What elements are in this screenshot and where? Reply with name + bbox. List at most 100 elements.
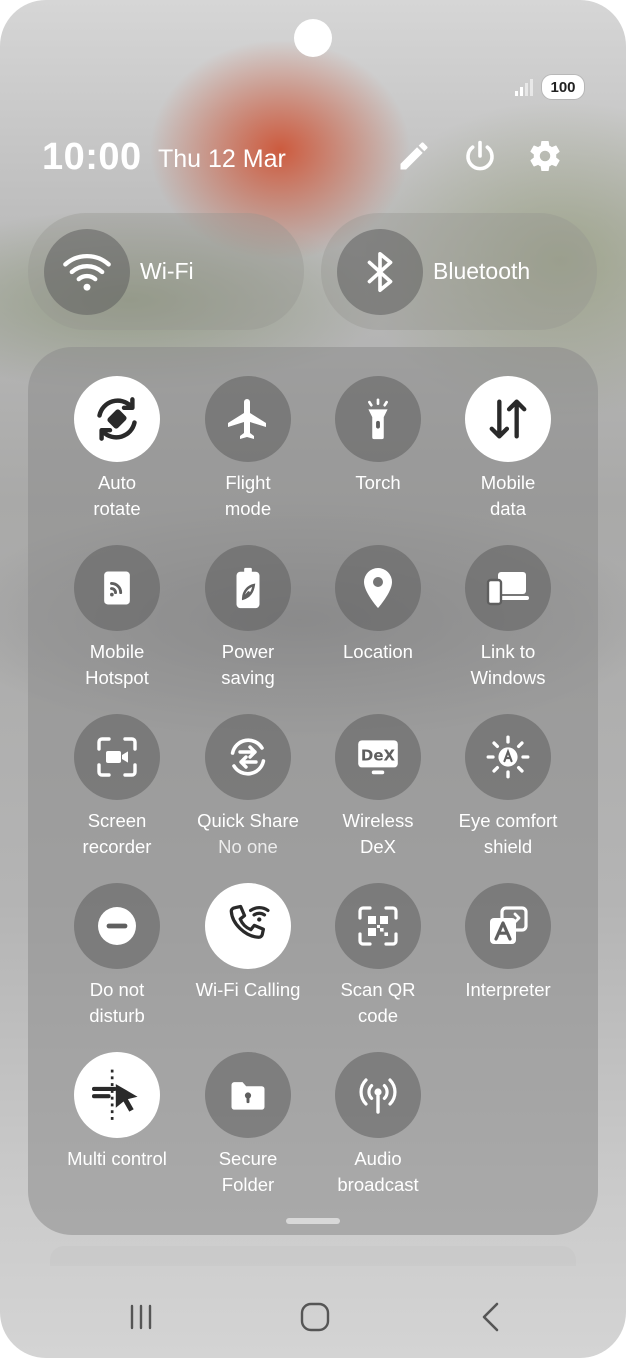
tile-quick-share[interactable]: Quick Share No one — [178, 714, 318, 859]
hotspot-icon-circle — [74, 545, 160, 631]
tile-label: Do not disturb — [89, 979, 145, 1026]
torch-icon — [368, 398, 388, 440]
interpreter-icon — [490, 906, 528, 944]
quick-share-icon-circle — [205, 714, 291, 800]
signal-icon — [515, 79, 533, 96]
edit-icon[interactable] — [396, 138, 432, 174]
back-icon[interactable] — [469, 1295, 513, 1339]
tile-interpreter[interactable]: Interpreter — [438, 883, 578, 1003]
secure-folder-icon-circle — [205, 1052, 291, 1138]
power-icon[interactable] — [462, 138, 498, 174]
do-not-disturb-icon — [98, 907, 136, 945]
bluetooth-icon-circle — [337, 228, 423, 315]
torch-icon-circle — [335, 376, 421, 462]
tile-scan-qr-code[interactable]: Scan QR code — [308, 883, 448, 1028]
tile-audio-broadcast[interactable]: Audio broadcast — [308, 1052, 448, 1197]
dex-logo-text: DeX — [361, 746, 396, 764]
tile-label: Flight mode — [224, 472, 272, 519]
tile-label: Screen recorder — [82, 810, 152, 857]
status-bar: 100 — [514, 75, 584, 99]
link-to-windows-icon-circle — [465, 545, 551, 631]
tile-label: Torch — [355, 472, 401, 493]
recent-apps-icon[interactable] — [119, 1295, 163, 1339]
tile-eye-comfort-shield[interactable]: Eye comfort shield — [438, 714, 578, 859]
dex-icon-circle: DeX — [335, 714, 421, 800]
wifi-icon-circle — [44, 228, 130, 315]
tile-label: Audio broadcast — [337, 1148, 419, 1195]
tile-label: Quick Share No one — [197, 810, 299, 857]
location-icon — [364, 568, 392, 608]
auto-rotate-icon-circle — [74, 376, 160, 462]
bluetooth-toggle[interactable]: Bluetooth — [321, 213, 597, 330]
wifi-icon — [63, 253, 111, 291]
tile-do-not-disturb[interactable]: Do not disturb — [47, 883, 187, 1028]
panel-drag-handle[interactable] — [286, 1218, 340, 1224]
tile-label: Auto rotate — [93, 472, 141, 519]
interpreter-icon-circle — [465, 883, 551, 969]
tile-secure-folder[interactable]: Secure Folder — [178, 1052, 318, 1197]
multi-control-icon-circle — [74, 1052, 160, 1138]
tile-power-saving[interactable]: Power saving — [178, 545, 318, 690]
screen-recorder-icon-circle — [74, 714, 160, 800]
notification-shelf — [50, 1246, 576, 1266]
tile-location[interactable]: Location — [308, 545, 448, 665]
tile-mobile-data[interactable]: Mobile data — [438, 376, 578, 521]
eye-comfort-icon-circle — [465, 714, 551, 800]
dex-icon: DeX — [358, 740, 398, 775]
tile-flight-mode[interactable]: Flight mode — [178, 376, 318, 521]
tile-mobile-hotspot[interactable]: Mobile Hotspot — [47, 545, 187, 690]
tile-label: Scan QR code — [340, 979, 416, 1026]
tile-wireless-dex[interactable]: DeX Wireless DeX — [308, 714, 448, 859]
airplane-icon — [228, 399, 266, 439]
screen-recorder-icon — [97, 737, 137, 777]
audio-broadcast-icon-circle — [335, 1052, 421, 1138]
audio-broadcast-icon — [359, 1078, 397, 1114]
tile-torch[interactable]: Torch — [308, 376, 448, 496]
tile-label: Location — [343, 641, 413, 662]
tile-label: Wi-Fi Calling — [195, 979, 301, 1000]
wifi-toggle[interactable]: Wi-Fi — [28, 213, 304, 330]
power-saving-icon-circle — [205, 545, 291, 631]
tile-label: Wireless DeX — [342, 810, 414, 857]
tile-label: Interpreter — [465, 979, 551, 1000]
home-icon[interactable] — [293, 1295, 337, 1339]
quick-panel-screen: 100 10:00 Thu 12 Mar Wi-Fi Bluetooth Aut… — [0, 0, 626, 1358]
qr-code-icon — [358, 906, 398, 946]
camera-cutout — [294, 19, 332, 57]
bluetooth-label: Bluetooth — [433, 258, 531, 284]
qr-code-icon-circle — [335, 883, 421, 969]
tile-label: Multi control — [67, 1148, 167, 1169]
auto-rotate-icon — [97, 397, 137, 441]
mobile-data-icon-circle — [465, 376, 551, 462]
wifi-calling-icon — [229, 904, 270, 939]
power-saving-icon — [236, 567, 260, 609]
tile-multi-control[interactable]: Multi control — [47, 1052, 187, 1172]
tile-label: Eye comfort shield — [458, 810, 558, 857]
location-icon-circle — [335, 545, 421, 631]
secure-folder-icon — [231, 1082, 265, 1110]
tile-screen-recorder[interactable]: Screen recorder — [47, 714, 187, 859]
tile-label: Secure Folder — [218, 1148, 278, 1195]
gear-icon[interactable] — [527, 138, 563, 174]
link-to-windows-icon — [486, 572, 529, 606]
tile-label: Power saving — [221, 641, 275, 688]
quick-share-icon — [230, 738, 266, 776]
eye-comfort-icon — [486, 735, 530, 779]
tile-label: Mobile Hotspot — [85, 641, 149, 688]
wifi-label: Wi-Fi — [140, 258, 194, 284]
tile-label: Mobile data — [480, 472, 536, 519]
navigation-bar — [0, 1285, 626, 1345]
battery-indicator: 100 — [542, 75, 584, 99]
clock-time[interactable]: 10:00 — [42, 136, 142, 179]
tile-label: Link to Windows — [470, 641, 546, 688]
tile-auto-rotate[interactable]: Auto rotate — [47, 376, 187, 521]
clock-date[interactable]: Thu 12 Mar — [158, 145, 286, 174]
tile-link-to-windows[interactable]: Link to Windows — [438, 545, 578, 690]
hotspot-icon — [104, 571, 130, 605]
bluetooth-icon — [367, 251, 393, 292]
do-not-disturb-icon-circle — [74, 883, 160, 969]
multi-control-icon — [91, 1069, 138, 1121]
tile-wifi-calling[interactable]: Wi-Fi Calling — [178, 883, 318, 1003]
airplane-icon-circle — [205, 376, 291, 462]
wifi-calling-icon-circle — [205, 883, 291, 969]
